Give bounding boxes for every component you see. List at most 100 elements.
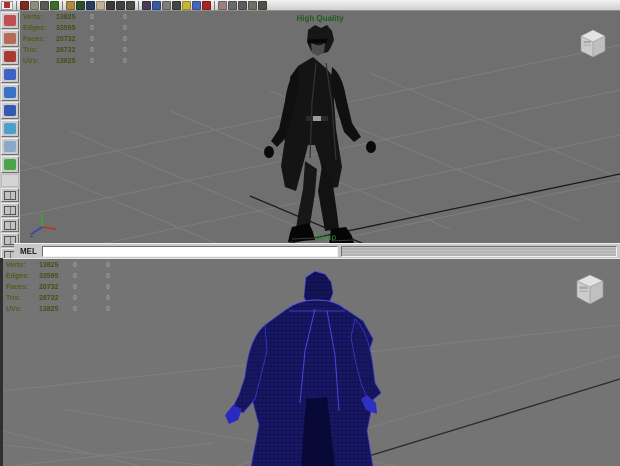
shelf-icon-gray-tool[interactable] — [162, 1, 171, 10]
scale-tool[interactable] — [1, 102, 19, 119]
hud-value: 13825 — [56, 12, 90, 23]
hud-label: Tris: — [6, 293, 39, 304]
layout-four-pane-icon — [4, 206, 16, 215]
hud-label: Faces: — [23, 34, 56, 45]
shelf-icon-navy-sphere[interactable] — [86, 1, 95, 10]
hud-row: Verts:1382500 — [6, 260, 139, 271]
universal-manipulator-tool[interactable] — [1, 120, 19, 137]
poly-count-hud: Verts:1382500Edges:3359500Faces:2073200T… — [23, 12, 156, 67]
shelf-icon-star-maroon[interactable] — [20, 1, 29, 10]
shelf-icon-dark-gray[interactable] — [40, 1, 49, 10]
lasso-tool[interactable] — [1, 30, 19, 47]
hud-value: 28732 — [39, 293, 73, 304]
shelf-icon-checker-1[interactable] — [106, 1, 115, 10]
hud-row: Edges:3359500 — [6, 271, 139, 282]
shelf-tab-button[interactable] — [1, 1, 13, 10]
hud-sel: 0 — [90, 56, 123, 67]
show-manipulator-tool[interactable] — [1, 156, 19, 173]
shelf-separator — [16, 1, 17, 10]
hud-row: Tris:2873200 — [23, 45, 156, 56]
shelf-icon-dark-green[interactable] — [76, 1, 85, 10]
hud-label: Edges: — [23, 23, 56, 34]
shelf-icon-pattern-1[interactable] — [228, 1, 237, 10]
toolbox-gap — [1, 174, 19, 187]
hud-other: 0 — [106, 271, 139, 282]
shelf-icon-multi[interactable] — [142, 1, 151, 10]
hud-sel: 0 — [73, 282, 106, 293]
universal-manipulator-tool-icon — [4, 123, 16, 134]
hud-value: 20732 — [56, 34, 90, 45]
move-tool-icon — [4, 69, 16, 80]
shelf-icon-dark-tool[interactable] — [172, 1, 181, 10]
layout-pane-side-icon — [4, 221, 16, 230]
mel-language-button[interactable]: MEL — [14, 247, 42, 256]
shelf-icon-yellow-bolt[interactable] — [182, 1, 191, 10]
hud-other: 0 — [123, 34, 156, 45]
shelf-icon-leaf-green[interactable] — [50, 1, 59, 10]
shelf-icon-blue-shield[interactable] — [152, 1, 161, 10]
shelf-icon-blue[interactable] — [192, 1, 201, 10]
move-tool[interactable] — [1, 66, 19, 83]
hud-other: 0 — [123, 56, 156, 67]
shelf-icon-row — [20, 1, 267, 10]
hud-value: 28732 — [56, 45, 90, 56]
layout-single-pane-icon — [4, 191, 16, 200]
layout-pane-side[interactable] — [1, 218, 19, 232]
hud-sel: 0 — [90, 34, 123, 45]
view-cube[interactable] — [570, 269, 610, 309]
hud-value: 13825 — [56, 56, 90, 67]
hud-other: 0 — [123, 45, 156, 56]
hud-other: 0 — [106, 293, 139, 304]
shelf-separator — [138, 1, 139, 10]
paint-select-tool[interactable] — [1, 48, 19, 65]
hud-other: 0 — [106, 260, 139, 271]
poly-count-hud: Verts:1382500Edges:3359500Faces:2073200T… — [6, 260, 139, 315]
viewport-persp-shaded[interactable]: Verts:1382500Edges:3359500Faces:2073200T… — [20, 11, 620, 244]
select-tool[interactable] — [1, 12, 19, 29]
layout-four-pane[interactable] — [1, 203, 19, 217]
shelf-icon-pattern-2[interactable] — [238, 1, 247, 10]
shelf-icon-pattern-3[interactable] — [248, 1, 257, 10]
hud-other: 0 — [123, 12, 156, 23]
hud-row: Faces:2073200 — [6, 282, 139, 293]
hud-sel: 0 — [73, 293, 106, 304]
view-cube[interactable] — [574, 25, 612, 61]
character-model-wireframe — [225, 271, 381, 466]
soft-mod-tool[interactable] — [1, 138, 19, 155]
hud-row: Edges:3359500 — [23, 23, 156, 34]
shelf-icon-pattern-4[interactable] — [258, 1, 267, 10]
viewport-wireframe[interactable]: Verts:1382500Edges:3359500Faces:2073200T… — [3, 258, 620, 466]
shelf-bar — [0, 0, 620, 11]
toolbox — [0, 11, 20, 258]
shelf-icon-checker-3[interactable] — [126, 1, 135, 10]
shelf-icon-checker-2[interactable] — [116, 1, 125, 10]
view-axis-indicator: z — [28, 209, 64, 239]
hud-sel: 0 — [73, 304, 106, 315]
hud-value: 13825 — [39, 304, 73, 315]
maya-shelf-tab-icon — [4, 2, 10, 8]
render-quality-label: High Quality — [296, 14, 343, 23]
shelf-icon-rose-gray[interactable] — [218, 1, 227, 10]
hud-other: 0 — [106, 304, 139, 315]
command-result-field[interactable] — [341, 246, 617, 257]
hud-row: Verts:1382500 — [23, 12, 156, 23]
layout-single-pane[interactable] — [1, 188, 19, 202]
hud-sel: 0 — [90, 45, 123, 56]
hud-label: Verts: — [6, 260, 39, 271]
rotate-tool[interactable] — [1, 84, 19, 101]
hud-sel: 0 — [90, 23, 123, 34]
shelf-icon-tan[interactable] — [96, 1, 105, 10]
hud-value: 13825 — [39, 260, 73, 271]
hud-sel: 0 — [90, 12, 123, 23]
shelf-icon-hand-gray[interactable] — [30, 1, 39, 10]
shelf-icon-gold[interactable] — [66, 1, 75, 10]
shelf-separator — [62, 1, 63, 10]
toolbox-tools — [1, 12, 19, 173]
mel-command-input[interactable] — [42, 246, 338, 257]
hud-label: Faces: — [6, 282, 39, 293]
hud-label: UVs: — [6, 304, 39, 315]
shelf-icon-red[interactable] — [202, 1, 211, 10]
rotate-tool-icon — [4, 87, 16, 98]
soft-mod-tool-icon — [4, 141, 16, 152]
hud-row: Tris:2873200 — [6, 293, 139, 304]
